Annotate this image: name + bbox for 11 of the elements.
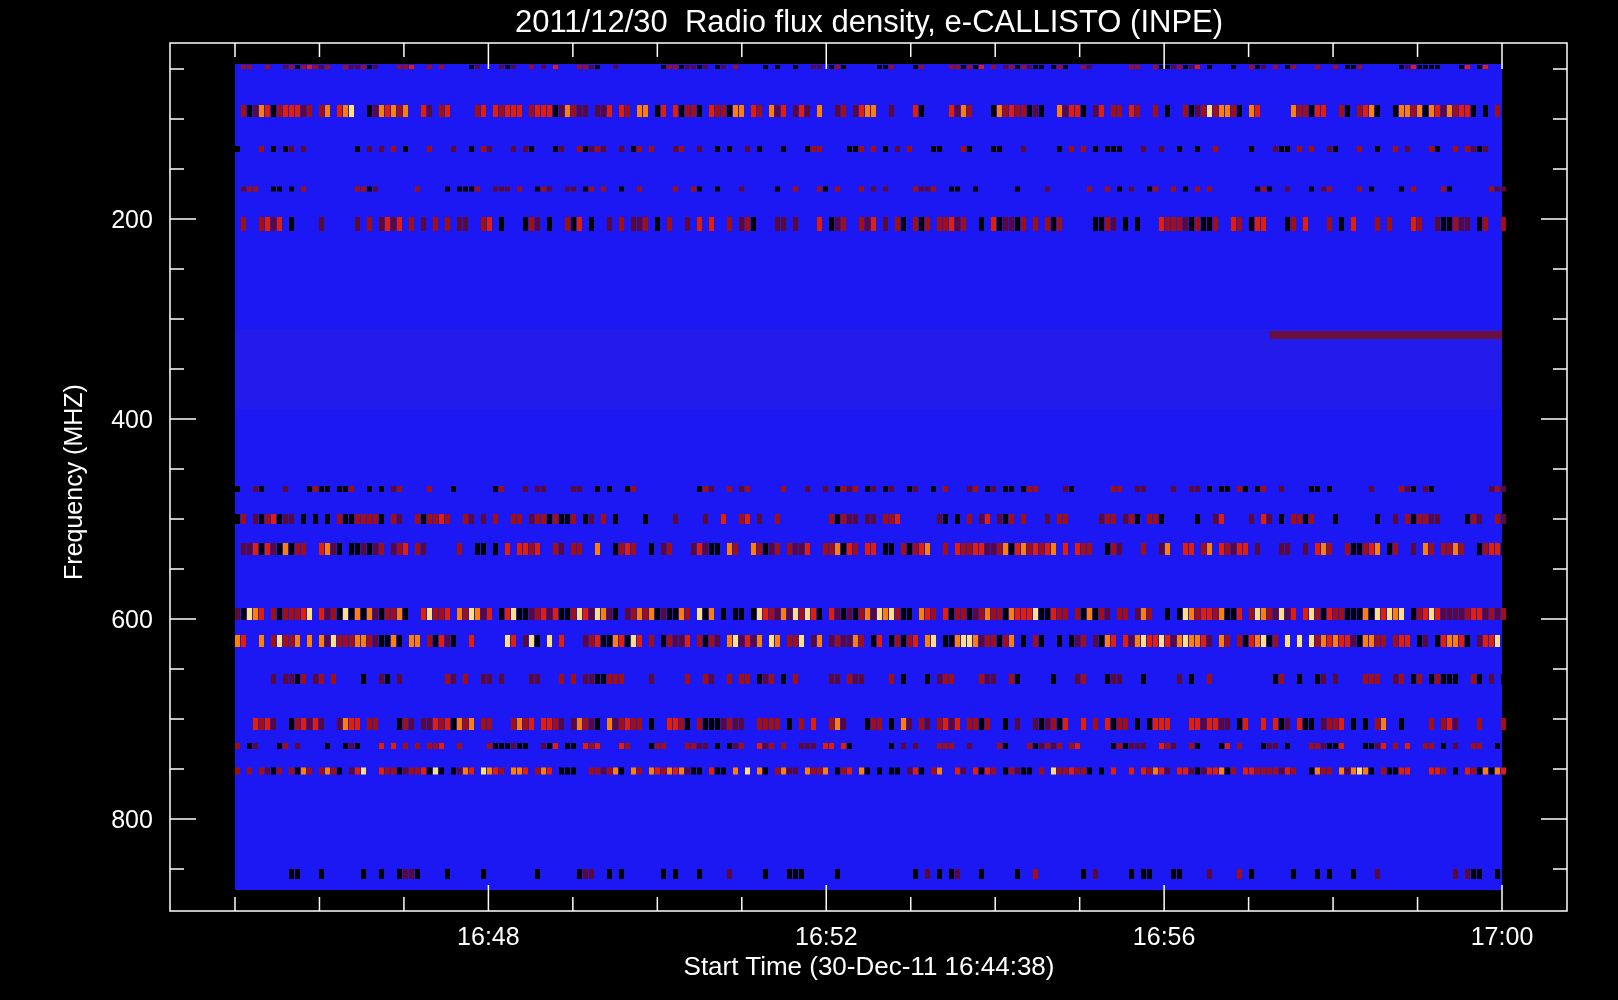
chart-title: 2011/12/30 Radio flux density, e-CALLISTO (INPE) — [514, 4, 1224, 39]
tick-label: 800 — [111, 805, 153, 833]
axis-label: Start Time (30-Dec-11 16:44:38) — [683, 951, 1055, 981]
tick-label: 16:48 — [457, 922, 520, 950]
tick-label: 400 — [111, 405, 153, 433]
tick-label: 17:00 — [1470, 922, 1534, 950]
axis-label: Frequency (MHZ) — [59, 384, 87, 580]
tick-label: 200 — [111, 205, 153, 233]
tick-label: 16:56 — [1132, 922, 1196, 950]
tick-label: 16:52 — [795, 922, 858, 950]
tick-label: 600 — [111, 605, 153, 633]
